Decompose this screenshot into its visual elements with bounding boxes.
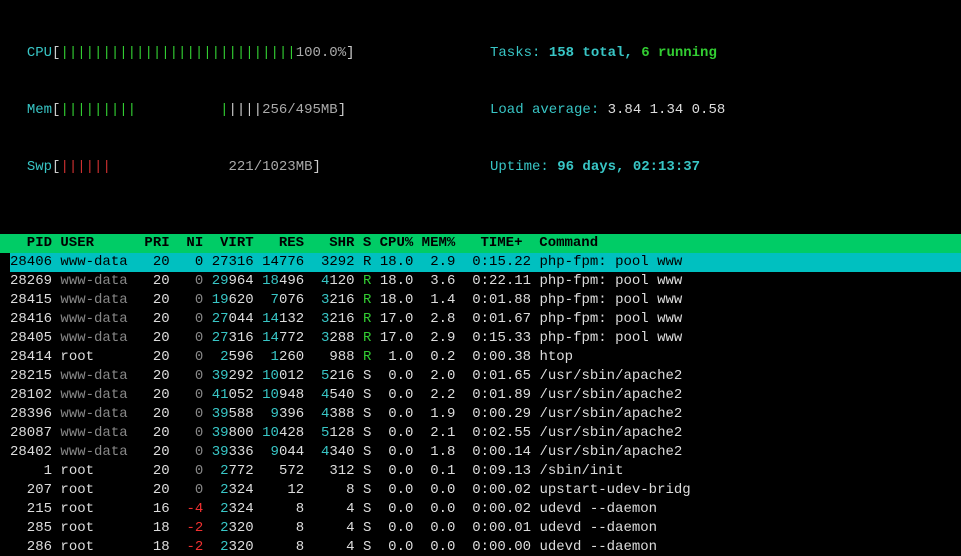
cpu-meter: CPU[||||||||||||||||||||||||||||100.0%] xyxy=(10,44,490,63)
table-row[interactable]: 28402 www-data 20 0 39336 9044 4340 S 0.… xyxy=(10,443,961,462)
swp-label: Swp xyxy=(27,159,52,175)
table-row[interactable]: 207 root 20 0 2324 12 8 S 0.0 0.0 0:00.0… xyxy=(10,481,961,500)
table-row[interactable]: 1 root 20 0 2772 572 312 S 0.0 0.1 0:09.… xyxy=(10,462,961,481)
table-row[interactable]: 28215 www-data 20 0 39292 10012 5216 S 0… xyxy=(10,367,961,386)
load-line: Load average: 3.84 1.34 0.58 xyxy=(490,101,961,120)
table-row[interactable]: 28405 www-data 20 0 27316 14772 3288 R 1… xyxy=(10,329,961,348)
table-row[interactable]: 28416 www-data 20 0 27044 14132 3216 R 1… xyxy=(10,310,961,329)
swp-meter: Swp[|||||| 221/1023MB] xyxy=(10,158,490,177)
system-header: CPU[||||||||||||||||||||||||||||100.0%] … xyxy=(0,6,961,215)
table-row[interactable]: 28087 www-data 20 0 39800 10428 5128 S 0… xyxy=(10,424,961,443)
process-table[interactable]: 28406 www-data 20 0 27316 14776 3292 R 1… xyxy=(0,253,961,556)
mem-meter: Mem[||||||||| |||||256/495MB] xyxy=(10,101,490,120)
table-row[interactable]: 28396 www-data 20 0 39588 9396 4388 S 0.… xyxy=(10,405,961,424)
process-table-header[interactable]: PID USER PRI NI VIRT RES SHR S CPU% MEM%… xyxy=(0,234,961,253)
table-row[interactable]: 28406 www-data 20 0 27316 14776 3292 R 1… xyxy=(10,253,961,272)
table-row[interactable]: 28414 root 20 0 2596 1260 988 R 1.0 0.2 … xyxy=(10,348,961,367)
mem-label: Mem xyxy=(27,102,52,118)
tasks-line: Tasks: 158 total, 6 running xyxy=(490,44,961,63)
uptime-line: Uptime: 96 days, 02:13:37 xyxy=(490,158,961,177)
table-row[interactable]: 28269 www-data 20 0 29964 18496 4120 R 1… xyxy=(10,272,961,291)
table-row[interactable]: 28415 www-data 20 0 19620 7076 3216 R 18… xyxy=(10,291,961,310)
table-row[interactable]: 285 root 18 -2 2320 8 4 S 0.0 0.0 0:00.0… xyxy=(10,519,961,538)
cpu-label: CPU xyxy=(27,45,52,61)
table-row[interactable]: 215 root 16 -4 2324 8 4 S 0.0 0.0 0:00.0… xyxy=(10,500,961,519)
table-row[interactable]: 286 root 18 -2 2320 8 4 S 0.0 0.0 0:00.0… xyxy=(10,538,961,556)
table-row[interactable]: 28102 www-data 20 0 41052 10948 4540 S 0… xyxy=(10,386,961,405)
